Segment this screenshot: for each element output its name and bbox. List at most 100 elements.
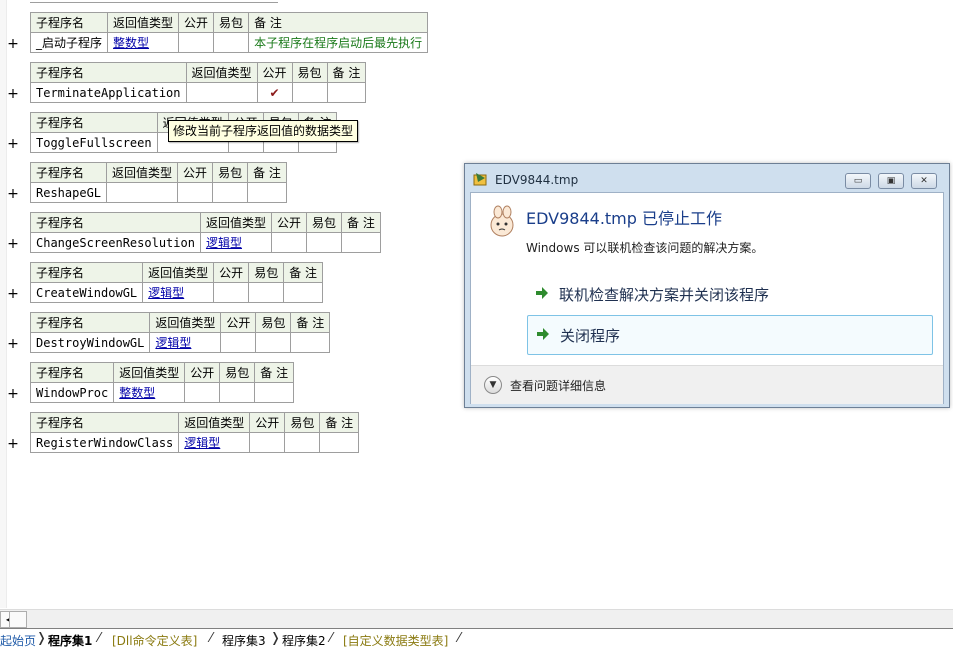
public-cell[interactable]	[213, 282, 250, 303]
subroutine-name[interactable]: ToggleFullscreen	[30, 132, 158, 153]
tab-program-set-1[interactable]: 程序集1	[44, 632, 96, 650]
public-cell[interactable]	[249, 432, 286, 453]
subroutine-name[interactable]: RegisterWindowClass	[29, 432, 180, 453]
close-icon[interactable]: ✕	[911, 173, 937, 189]
error-mascot-icon	[490, 205, 514, 237]
subroutine-table: 子程序名 返回值类型 公开 易包 备 注 RegisterWindowClass…	[29, 412, 360, 453]
header-return-type: 返回值类型	[199, 212, 272, 233]
expand-plus-icon[interactable]: +	[7, 237, 19, 251]
note-cell[interactable]	[290, 332, 331, 353]
dialog-title: EDV9844.tmp	[495, 173, 579, 187]
public-checkmark-icon[interactable]: ✔	[256, 82, 293, 103]
tab-bar: 起始页 ❭ 程序集1 ⁄ [Dll命令定义表] ⁄ 程序集3 ❭ 程序集2 ⁄ …	[0, 628, 953, 653]
expand-plus-icon[interactable]: +	[7, 287, 19, 301]
return-type[interactable]: 逻辑型	[199, 232, 272, 253]
easy-cell[interactable]	[284, 432, 321, 453]
easy-cell[interactable]	[212, 182, 249, 203]
subroutine-table: 子程序名 返回值类型 公开 易包 备 注 ChangeScreenResolut…	[30, 212, 381, 253]
return-type[interactable]	[185, 82, 258, 103]
dialog-description: Windows 可以联机检查该问题的解决方案。	[526, 241, 764, 255]
subroutine-name[interactable]: DestroyWindowGL	[29, 332, 151, 353]
return-type[interactable]: 逻辑型	[178, 432, 251, 453]
return-type[interactable]: 整数型	[107, 32, 180, 53]
minimize-icon[interactable]: ▭	[845, 173, 871, 189]
return-type[interactable]: 逻辑型	[142, 282, 215, 303]
tab-separator: ⁄	[210, 631, 213, 646]
tab-dll-commands[interactable]: [Dll命令定义表]	[108, 632, 201, 650]
note-cell[interactable]	[254, 382, 295, 403]
easy-cell[interactable]	[255, 332, 292, 353]
easy-cell[interactable]	[248, 282, 285, 303]
return-type[interactable]: 整数型	[113, 382, 186, 403]
header-return-type: 返回值类型	[107, 12, 180, 33]
subroutine-name[interactable]: WindowProc	[29, 382, 115, 403]
note-cell[interactable]	[326, 82, 367, 103]
header-name: 子程序名	[29, 412, 180, 433]
subroutine-table: 子程序名 返回值类型 公开 易包 备 注 DestroyWindowGL 逻辑型	[29, 312, 331, 353]
header-note: 备 注	[290, 312, 331, 333]
header-easy: 易包	[212, 162, 249, 183]
error-dialog: EDV9844.tmp ▭ ▣ ✕ EDV9844.tmp 已停止工作 Wind…	[464, 163, 950, 408]
expand-plus-icon[interactable]: +	[7, 87, 19, 101]
header-note: 备 注	[248, 12, 429, 33]
header-return-type: 返回值类型	[178, 412, 251, 433]
horizontal-scrollbar[interactable]: ◀	[0, 609, 953, 628]
header-return-type: 返回值类型	[185, 62, 258, 83]
return-type[interactable]	[106, 182, 179, 203]
note-cell[interactable]	[283, 282, 324, 303]
public-cell[interactable]	[270, 232, 307, 253]
tab-start-page[interactable]: 起始页	[0, 632, 40, 650]
check-online-option[interactable]: 联机检查解决方案并关闭该程序	[527, 275, 931, 313]
easy-cell[interactable]	[213, 32, 250, 53]
option-label: 关闭程序	[560, 327, 621, 345]
public-cell[interactable]	[220, 332, 257, 353]
header-return-type: 返回值类型	[106, 162, 179, 183]
header-name: 子程序名	[29, 312, 151, 333]
header-easy: 易包	[255, 312, 292, 333]
header-name: 子程序名	[30, 62, 187, 83]
tab-program-set-2[interactable]: 程序集2	[278, 632, 330, 650]
header-easy: 易包	[248, 262, 285, 283]
expand-plus-icon[interactable]: +	[7, 337, 19, 351]
header-public: 公开	[256, 62, 293, 83]
tab-custom-data-types[interactable]: [自定义数据类型表]	[339, 632, 452, 650]
subroutine-name[interactable]: CreateWindowGL	[29, 282, 144, 303]
easy-cell[interactable]	[219, 382, 256, 403]
expand-plus-icon[interactable]: +	[7, 387, 19, 401]
header-name: 子程序名	[29, 262, 144, 283]
subroutine-name[interactable]: ReshapeGL	[29, 182, 108, 203]
header-name: 子程序名	[29, 12, 109, 33]
public-cell[interactable]	[178, 32, 215, 53]
easy-cell[interactable]	[305, 232, 343, 253]
expand-plus-icon[interactable]: +	[7, 37, 19, 51]
view-details-link[interactable]: 查看问题详细信息	[510, 377, 606, 394]
app-icon	[473, 173, 487, 186]
header-public: 公开	[270, 212, 307, 233]
note-cell[interactable]	[247, 182, 287, 203]
note-cell[interactable]: 本子程序在程序启动后最先执行	[248, 32, 429, 53]
expand-plus-icon[interactable]: +	[7, 187, 19, 201]
tab-program-set-3[interactable]: 程序集3	[218, 632, 270, 650]
subroutine-name[interactable]: TerminateApplication	[30, 82, 187, 103]
dialog-titlebar[interactable]: EDV9844.tmp ▭ ▣ ✕	[465, 164, 949, 192]
return-type[interactable]: 逻辑型	[149, 332, 222, 353]
expand-plus-icon[interactable]: +	[7, 437, 19, 451]
note-cell[interactable]	[341, 232, 381, 253]
subroutine-table: 子程序名 返回值类型 公开 易包 备 注 CreateWindowGL 逻辑型	[29, 262, 324, 303]
tab-separator: ⁄	[98, 631, 101, 646]
easy-cell[interactable]	[291, 82, 328, 103]
scroll-thumb[interactable]	[9, 611, 27, 628]
restore-icon[interactable]: ▣	[878, 173, 904, 189]
close-program-option[interactable]: 关闭程序	[527, 315, 933, 355]
header-public: 公开	[213, 262, 250, 283]
public-cell[interactable]	[184, 382, 221, 403]
expand-plus-icon[interactable]: +	[7, 137, 19, 151]
subroutine-name[interactable]: ChangeScreenResolution	[30, 232, 201, 253]
note-cell[interactable]	[319, 432, 360, 453]
public-cell[interactable]	[177, 182, 214, 203]
header-return-type: 返回值类型	[149, 312, 222, 333]
header-easy: 易包	[291, 62, 328, 83]
chevron-down-icon[interactable]: ▼	[484, 376, 502, 394]
header-note: 备 注	[319, 412, 360, 433]
subroutine-name[interactable]: _启动子程序	[29, 32, 109, 53]
